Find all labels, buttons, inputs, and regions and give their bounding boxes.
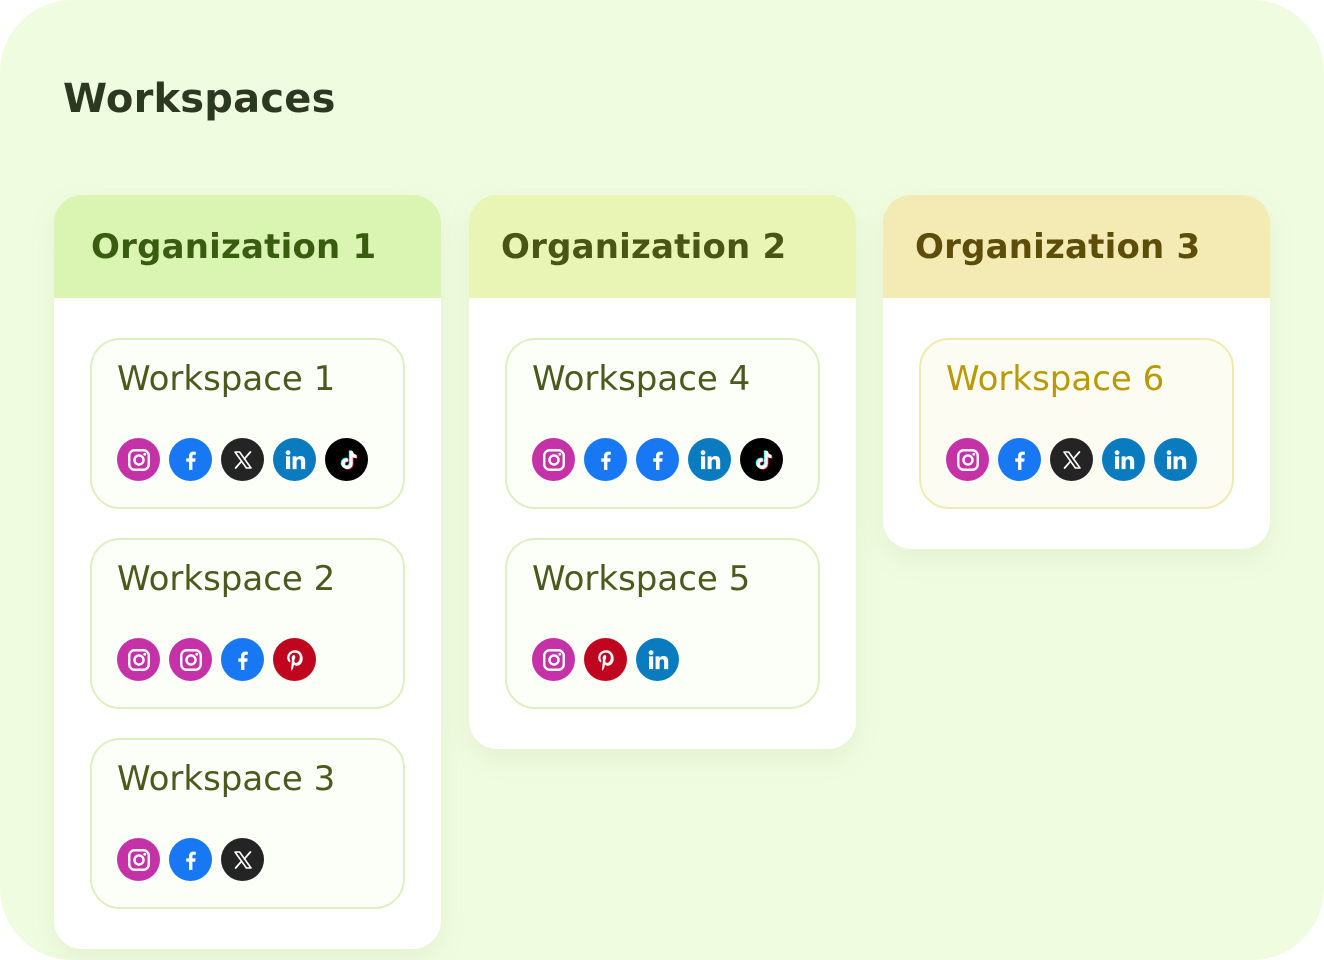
workspace-name: Workspace 6 (946, 359, 1165, 399)
facebook-icon[interactable] (169, 438, 212, 481)
workspace-card[interactable]: Workspace 4 (505, 338, 820, 509)
workspace-card[interactable]: Workspace 6 (919, 338, 1234, 509)
page-title: Workspaces (63, 76, 336, 122)
linkedin-icon[interactable] (636, 638, 679, 681)
workspace-list: Workspace 4 Workspace 5 (469, 298, 856, 749)
x-icon[interactable] (1050, 438, 1093, 481)
pinterest-icon[interactable] (584, 638, 627, 681)
organization-name: Organization 2 (501, 226, 787, 267)
workspace-card[interactable]: Workspace 1 (90, 338, 405, 509)
workspace-list: Workspace 6 (883, 298, 1270, 549)
organization-card: Organization 2 Workspace 4 Workspace 5 (469, 195, 856, 749)
instagram-icon[interactable] (169, 638, 212, 681)
facebook-icon[interactable] (584, 438, 627, 481)
workspace-name: Workspace 4 (532, 359, 751, 399)
social-icons (117, 438, 403, 481)
instagram-icon[interactable] (532, 638, 575, 681)
workspaces-panel: Workspaces Organization 1 Workspace 1 Wo… (0, 0, 1324, 960)
instagram-icon[interactable] (117, 838, 160, 881)
instagram-icon[interactable] (117, 638, 160, 681)
linkedin-icon[interactable] (1102, 438, 1145, 481)
facebook-icon[interactable] (636, 438, 679, 481)
organization-name: Organization 1 (91, 226, 377, 267)
social-icons (117, 638, 403, 681)
social-icons (532, 638, 818, 681)
organization-card: Organization 1 Workspace 1 Workspace 2 W… (54, 195, 441, 949)
social-icons (532, 438, 818, 481)
workspace-name: Workspace 2 (117, 559, 336, 599)
workspace-name: Workspace 5 (532, 559, 751, 599)
instagram-icon[interactable] (946, 438, 989, 481)
workspace-name: Workspace 1 (117, 359, 336, 399)
linkedin-icon[interactable] (688, 438, 731, 481)
social-icons (946, 438, 1232, 481)
facebook-icon[interactable] (998, 438, 1041, 481)
workspace-card[interactable]: Workspace 5 (505, 538, 820, 709)
x-icon[interactable] (221, 438, 264, 481)
pinterest-icon[interactable] (273, 638, 316, 681)
tiktok-icon[interactable] (740, 438, 783, 481)
workspace-card[interactable]: Workspace 3 (90, 738, 405, 909)
social-icons (117, 838, 403, 881)
linkedin-icon[interactable] (1154, 438, 1197, 481)
organization-card: Organization 3 Workspace 6 (883, 195, 1270, 549)
x-icon[interactable] (221, 838, 264, 881)
organization-header: Organization 2 (469, 195, 856, 298)
workspace-name: Workspace 3 (117, 759, 336, 799)
instagram-icon[interactable] (532, 438, 575, 481)
workspace-card[interactable]: Workspace 2 (90, 538, 405, 709)
linkedin-icon[interactable] (273, 438, 316, 481)
workspace-list: Workspace 1 Workspace 2 Workspace 3 (54, 298, 441, 949)
tiktok-icon[interactable] (325, 438, 368, 481)
organization-header: Organization 1 (54, 195, 441, 298)
facebook-icon[interactable] (221, 638, 264, 681)
organization-header: Organization 3 (883, 195, 1270, 298)
organization-name: Organization 3 (915, 226, 1201, 267)
instagram-icon[interactable] (117, 438, 160, 481)
facebook-icon[interactable] (169, 838, 212, 881)
